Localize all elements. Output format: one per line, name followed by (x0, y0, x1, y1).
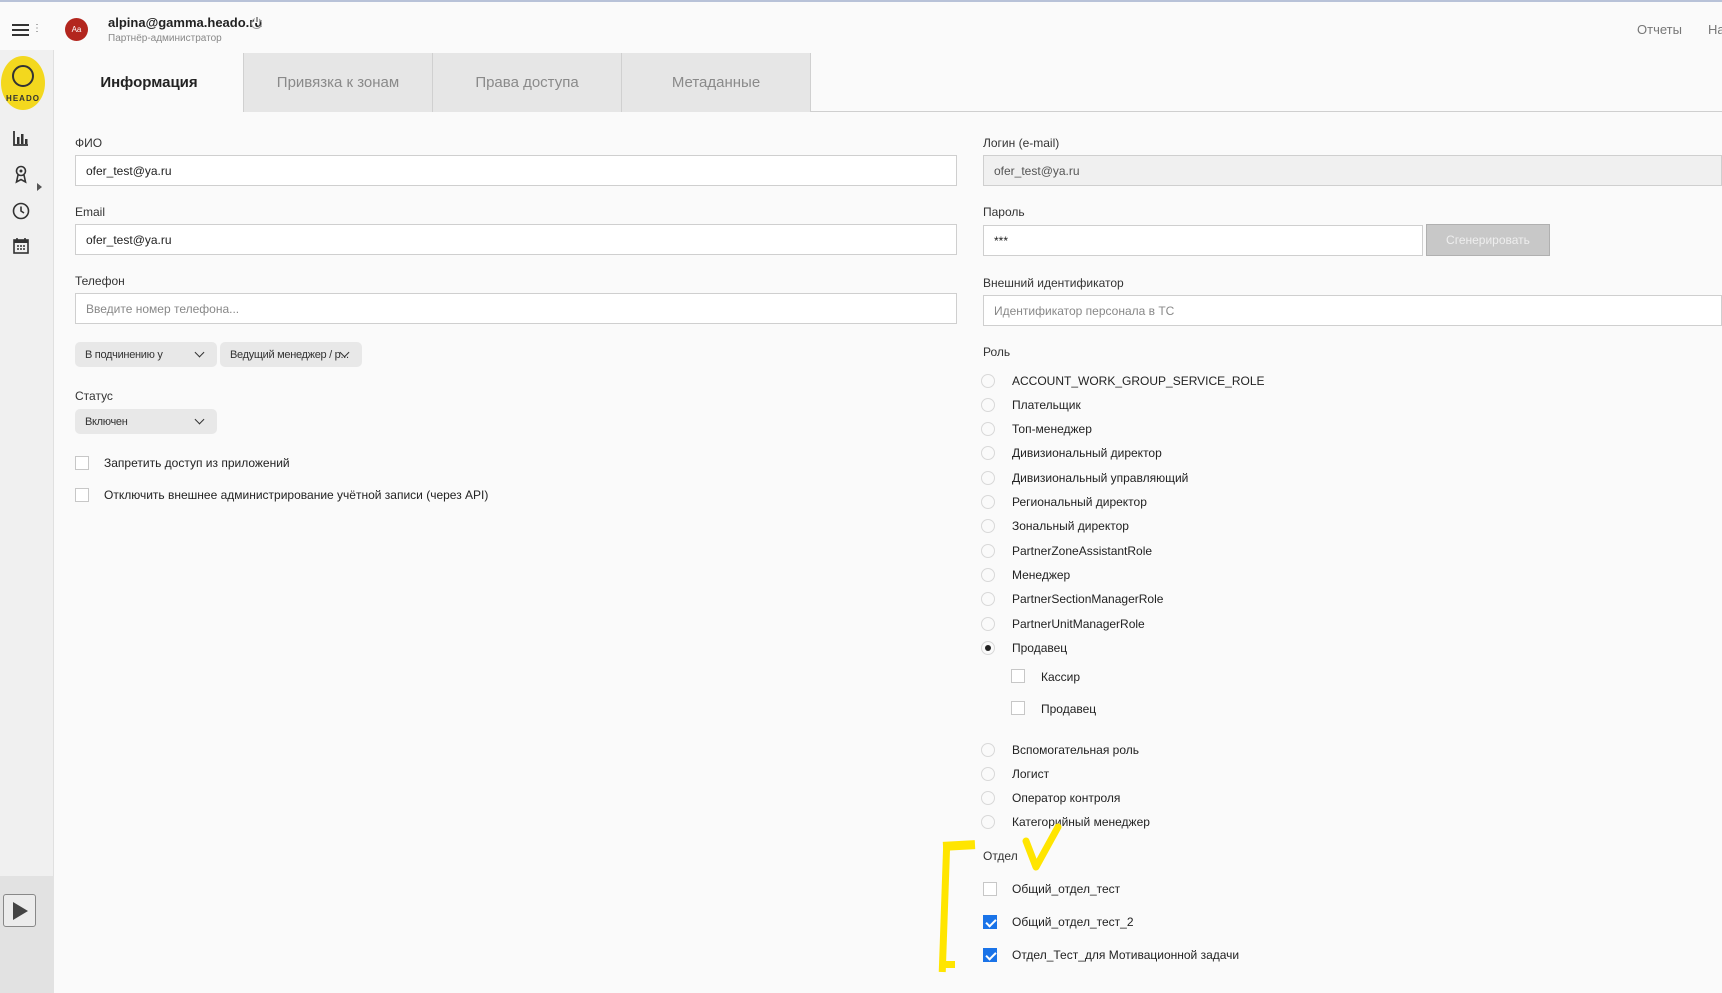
calendar-icon[interactable] (11, 236, 31, 256)
role-radio[interactable] (981, 398, 995, 412)
role-radio[interactable] (981, 617, 995, 631)
nav-reports-link[interactable]: Отчеты (1637, 22, 1682, 37)
role-option-label: Вспомогательная роль (1012, 743, 1139, 757)
role-option-label: ACCOUNT_WORK_GROUP_SERVICE_ROLE (1012, 374, 1265, 388)
manager-select[interactable]: Ведущий менеджер / р... (220, 342, 362, 367)
deny-app-access-label: Запретить доступ из приложений (104, 456, 290, 470)
external-id-label: Внешний идентификатор (983, 276, 1124, 290)
department-option-label: Отдел_Тест_для Мотивационной задачи (1012, 948, 1240, 962)
status-value: Включен (85, 415, 128, 428)
role-option-label: Продавец (1012, 641, 1068, 655)
password-input[interactable]: *** (983, 225, 1423, 256)
annotation-checkmark (1022, 823, 1062, 871)
play-store-icon[interactable] (3, 894, 36, 927)
subrole-checkbox-seller[interactable] (1011, 701, 1025, 715)
phone-input[interactable]: Введите номер телефона... (75, 293, 957, 324)
disable-external-admin-checkbox[interactable] (75, 488, 89, 502)
subrole-checkbox-cashier[interactable] (1011, 669, 1025, 683)
email-input[interactable]: ofer_test@ya.ru (75, 224, 957, 255)
role-option-label: Топ-менеджер (1012, 422, 1092, 436)
tab-information[interactable]: Информация (55, 53, 244, 112)
role-option-label: PartnerSectionManagerRole (1012, 592, 1164, 606)
role-option-label: Региональный директор (1012, 495, 1147, 509)
password-label: Пароль (983, 205, 1025, 219)
bar-chart-icon[interactable] (11, 128, 31, 148)
role-option-label: Менеджер (1012, 568, 1071, 582)
email-label: Email (75, 205, 106, 219)
role-option-label: Оператор контроля (1012, 791, 1121, 805)
user-role: Партнёр-администратор (108, 33, 222, 44)
role-option-label: Плательщик (1012, 398, 1081, 412)
fio-input[interactable]: ofer_test@ya.ru (75, 155, 957, 186)
role-radio[interactable] (981, 592, 995, 606)
annotation-bracket-bottom (942, 961, 955, 968)
role-radio[interactable] (981, 544, 995, 558)
tab-access-rights[interactable]: Права доступа (433, 53, 622, 112)
phone-label: Телефон (75, 274, 125, 288)
tabs-divider (811, 111, 1722, 112)
role-option-label: Логист (1012, 767, 1050, 781)
manager-value: Ведущий менеджер / р... (230, 348, 349, 361)
annotation-bracket-side (938, 842, 951, 973)
login-input: ofer_test@ya.ru (983, 155, 1722, 186)
logo-text: HEADO (6, 94, 40, 103)
subordination-value: В подчинению у (85, 348, 163, 361)
subrole-label: Продавец (1041, 702, 1097, 716)
role-radio[interactable] (981, 743, 995, 757)
role-radio[interactable] (981, 471, 995, 485)
disable-external-admin-label: Отключить внешнее администрирование учёт… (104, 488, 489, 502)
login-label: Логин (e-mail) (983, 136, 1060, 150)
role-radio[interactable] (981, 815, 995, 829)
external-id-input[interactable]: Идентификатор персонала в ТС (983, 295, 1722, 326)
role-option-label: Зональный директор (1012, 519, 1129, 533)
role-radio[interactable] (981, 446, 995, 460)
clock-icon[interactable] (11, 201, 31, 221)
menu-icon[interactable] (12, 24, 29, 39)
tab-metadata[interactable]: Метаданные (622, 53, 811, 112)
generate-password-button[interactable]: Сгенерировать (1426, 224, 1550, 256)
department-checkbox-checked[interactable] (983, 948, 997, 962)
power-icon[interactable] (251, 16, 262, 29)
role-radio[interactable] (981, 519, 995, 533)
role-radio[interactable] (981, 495, 995, 509)
user-email: alpina@gamma.heado.ru (108, 15, 263, 30)
department-label: Отдел (983, 849, 1018, 863)
chevron-down-icon (194, 414, 205, 425)
menu-dots-icon: ⋮ (32, 23, 42, 34)
expand-arrow-icon[interactable] (37, 183, 42, 191)
heado-logo[interactable]: HEADO (1, 56, 45, 110)
role-radio[interactable] (981, 767, 995, 781)
department-option-label: Общий_отдел_тест (1012, 882, 1121, 896)
role-radio[interactable] (981, 568, 995, 582)
role-option-label: PartnerUnitManagerRole (1012, 617, 1145, 631)
department-checkbox[interactable] (983, 882, 997, 896)
subrole-label: Кассир (1041, 670, 1081, 684)
tab-zone-binding[interactable]: Привязка к зонам (244, 53, 433, 112)
sidebar: HEADO (0, 50, 54, 993)
role-radio-selected[interactable] (981, 641, 995, 655)
department-checkbox-checked[interactable] (983, 915, 997, 929)
role-option-label: Дивизиональный директор (1012, 446, 1162, 460)
role-radio[interactable] (981, 422, 995, 436)
role-option-label: PartnerZoneAssistantRole (1012, 544, 1153, 558)
department-option-label: Общий_отдел_тест_2 (1012, 915, 1134, 929)
avatar[interactable]: Aa (65, 18, 88, 41)
nav-next-link[interactable]: На (1708, 22, 1722, 37)
role-radio[interactable] (981, 791, 995, 805)
role-label: Роль (983, 345, 1011, 359)
fio-label: ФИО (75, 136, 103, 150)
status-label: Статус (75, 389, 113, 403)
tab-bar: Информация Привязка к зонам Права доступ… (55, 53, 811, 112)
deny-app-access-checkbox[interactable] (75, 456, 89, 470)
subordination-select[interactable]: В подчинению у (75, 342, 217, 367)
status-select[interactable]: Включен (75, 409, 217, 434)
award-icon[interactable] (11, 164, 31, 184)
role-radio[interactable] (981, 374, 995, 388)
top-bar: ⋮ Aa alpina@gamma.heado.ru Партнёр-админ… (0, 0, 1722, 50)
chevron-down-icon (194, 347, 205, 358)
logo-face-icon (12, 65, 34, 87)
role-option-label: Дивизиональный управляющий (1012, 471, 1189, 485)
